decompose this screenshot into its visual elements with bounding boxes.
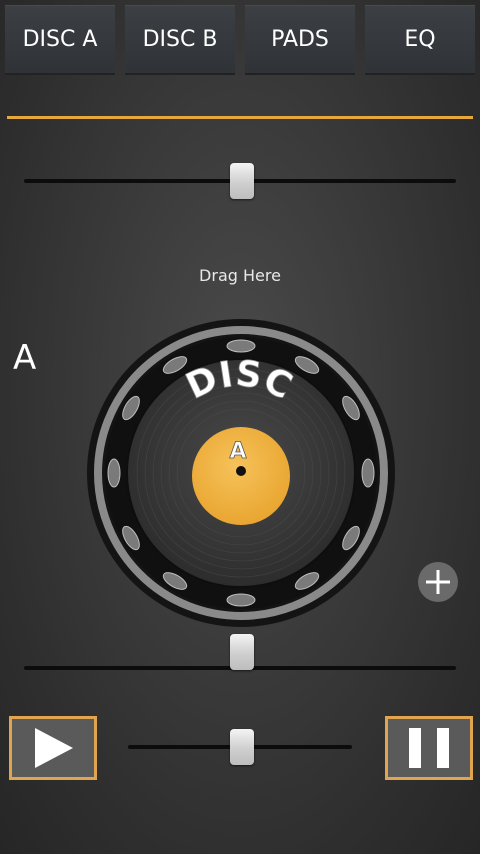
active-tab-indicator xyxy=(7,116,473,119)
turntable-disc[interactable]: DISC A xyxy=(84,316,398,630)
pause-button[interactable] xyxy=(385,716,473,780)
tab-pads[interactable]: PADS xyxy=(245,5,355,75)
tab-eq[interactable]: EQ xyxy=(365,5,475,75)
pitch-slider-knob[interactable] xyxy=(230,634,254,670)
tab-disc-b[interactable]: DISC B xyxy=(125,5,235,75)
drag-hint: Drag Here xyxy=(199,266,281,285)
plus-icon xyxy=(426,570,450,594)
pause-icon xyxy=(409,728,449,768)
deck-letter: A xyxy=(13,338,37,378)
top-slider-knob[interactable] xyxy=(230,163,254,199)
deck-tab-bar: DISC A DISC B PADS EQ xyxy=(0,0,480,80)
tab-disc-a[interactable]: DISC A xyxy=(5,5,115,75)
disc-letter: A xyxy=(229,439,246,464)
play-button[interactable] xyxy=(9,716,97,780)
add-button[interactable] xyxy=(418,562,458,602)
play-icon xyxy=(35,728,73,768)
volume-slider-knob[interactable] xyxy=(230,729,254,765)
disc-spindle xyxy=(236,466,246,476)
